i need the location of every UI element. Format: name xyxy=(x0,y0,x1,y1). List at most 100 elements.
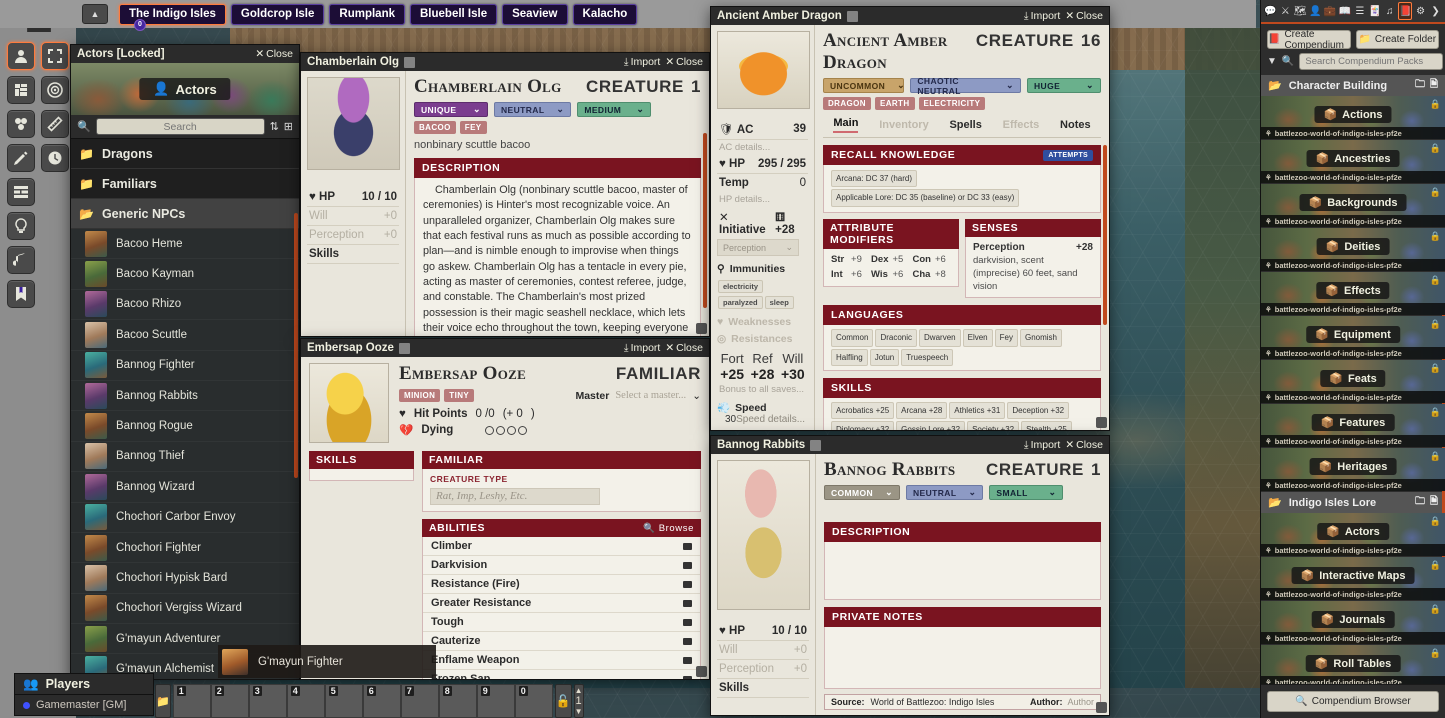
bookmark-note-icon[interactable] xyxy=(7,280,35,308)
filter-icon[interactable]: ▼ xyxy=(1267,56,1277,67)
hp-details[interactable]: HP details... xyxy=(717,192,808,207)
hp-row[interactable]: ♥ HP 295 / 295 xyxy=(717,155,808,174)
actor-list-item[interactable]: Bannog Rogue xyxy=(71,411,299,442)
new-compendium-icon[interactable]: 🗎 xyxy=(1430,494,1438,511)
will-row[interactable]: Will +0 xyxy=(307,207,399,226)
speed-value-row[interactable]: 30Speed details... xyxy=(717,414,808,425)
lightbulb-icon[interactable] xyxy=(7,212,35,240)
macro-slot[interactable]: 5 xyxy=(324,684,363,718)
import-button[interactable]: ⤓ Import xyxy=(624,342,660,355)
save-reflex[interactable]: Ref +28 xyxy=(751,351,775,382)
sheet-scrollbar[interactable] xyxy=(1103,145,1107,325)
scene-tab-indigo-isles[interactable]: The Indigo Isles 0 xyxy=(119,3,226,31)
rarity-select[interactable]: COMMON ⌄ xyxy=(824,485,901,500)
document-id-icon[interactable] xyxy=(810,439,822,451)
save-will[interactable]: Will +30 xyxy=(781,351,805,382)
compendium-pack[interactable]: 🔒 📦 Feats ⚘ battlezoo-world-of-indigo-isles-… xyxy=(1261,360,1445,403)
actor-portrait[interactable] xyxy=(717,460,810,610)
perception-row[interactable]: Perception +0 xyxy=(307,226,399,245)
import-button[interactable]: ⤓ Import xyxy=(1024,439,1060,452)
pencil-icon[interactable] xyxy=(7,144,35,172)
skill-tag[interactable]: Deception +32 xyxy=(1007,402,1070,420)
journal-icon[interactable]: 📖 xyxy=(1339,2,1352,20)
import-button[interactable]: ⤓ Import xyxy=(1024,10,1060,23)
items-icon[interactable]: 💼 xyxy=(1324,2,1337,20)
ruler-icon[interactable] xyxy=(41,110,69,138)
alignment-select[interactable]: NEUTRAL ⌄ xyxy=(494,102,572,117)
chevron-down-icon[interactable]: ▼ xyxy=(575,707,583,716)
familiar-portrait[interactable] xyxy=(309,363,389,443)
skill-tag[interactable]: Gossip Lore +32 xyxy=(896,421,966,430)
folder-generic-npcs[interactable]: 📂 Generic NPCs xyxy=(71,199,299,229)
sheet-tab-spells[interactable]: Spells xyxy=(949,119,981,131)
skill-tag[interactable]: Stealth +25 xyxy=(1021,421,1072,430)
hp-row[interactable]: ♥ HP 10 / 10 xyxy=(717,622,809,641)
grid-icon[interactable] xyxy=(7,178,35,206)
dying-pip[interactable] xyxy=(507,425,517,435)
actors-icon[interactable]: 👤 xyxy=(1309,2,1322,20)
skill-tag[interactable]: Athletics +31 xyxy=(949,402,1006,420)
fullscreen-expand-icon[interactable] xyxy=(41,42,69,70)
compendium-browser-button[interactable]: 🔍 Compendium Browser xyxy=(1267,691,1439,712)
actor-list-item[interactable]: Bannog Thief xyxy=(71,441,299,473)
new-folder-icon[interactable]: 🗀 xyxy=(1415,494,1425,511)
source-value[interactable]: World of Battlezoo: Indigo Isles xyxy=(871,697,995,707)
initiative-select[interactable]: Perception ⌄ xyxy=(717,239,799,256)
rolltables-icon[interactable]: ☰ xyxy=(1353,2,1366,20)
ability-row[interactable]: Tough xyxy=(423,613,700,633)
folder-familiars[interactable]: 📁 Familiars xyxy=(71,169,299,199)
window-header[interactable]: Embersap Ooze ⤓ Import ✕ Close xyxy=(300,338,710,357)
macro-slot[interactable]: 3 xyxy=(248,684,287,718)
private-notes-body[interactable] xyxy=(824,627,1101,689)
compendium-pack[interactable]: 🔒 📦 Roll Tables ⚘ battlezoo-world-of-indigo-… xyxy=(1261,645,1445,684)
macro-slot[interactable]: 0 xyxy=(514,684,553,718)
compendium-folder[interactable]: 📂 Character Building 🗀 🗎 xyxy=(1261,75,1445,96)
collapse-folders-icon[interactable]: ⊞ xyxy=(284,120,293,133)
attribute-value[interactable]: +9 xyxy=(851,253,867,266)
actor-list-item[interactable]: Bacoo Kayman xyxy=(71,259,299,290)
window-header[interactable]: Actors [Locked] ✕ Close xyxy=(70,44,300,63)
send-to-chat-icon[interactable] xyxy=(683,561,692,569)
hp-row[interactable]: ♥ HP 10 / 10 xyxy=(307,188,399,207)
actor-list-item[interactable]: Bacoo Scuttle xyxy=(71,320,299,351)
attempts-badge[interactable]: ATTEMPTS xyxy=(1043,149,1093,161)
save-fortitude[interactable]: Fort +25 xyxy=(720,351,744,382)
compendium-icon[interactable]: 📕 xyxy=(1398,2,1413,20)
initiative-row[interactable]: ✕ Initiative ⚅ +28 xyxy=(717,207,808,239)
temp-hp-row[interactable]: Temp 0 xyxy=(717,174,808,192)
sort-icon[interactable]: ⇅ xyxy=(270,120,279,133)
will-row[interactable]: Will +0 xyxy=(717,641,809,660)
macro-slot[interactable]: 2 xyxy=(210,684,249,718)
compendium-pack[interactable]: 🔒 📦 Features ⚘ battlezoo-world-of-indigo-isl… xyxy=(1261,404,1445,447)
hit-points-value[interactable]: 0 /0 xyxy=(476,408,495,420)
description-body[interactable] xyxy=(824,542,1101,600)
ac-details[interactable]: AC details... xyxy=(717,140,808,155)
author-value[interactable]: Author xyxy=(1067,697,1094,707)
send-to-chat-icon[interactable] xyxy=(683,656,692,664)
dying-pip[interactable] xyxy=(485,425,495,435)
alignment-select[interactable]: NEUTRAL ⌄ xyxy=(906,485,984,500)
skill-tag[interactable]: Arcana +28 xyxy=(896,402,948,420)
actor-portrait[interactable] xyxy=(717,31,810,109)
recall-knowledge-entry[interactable]: Applicable Lore: DC 35 (baseline) or DC … xyxy=(831,189,1020,207)
compendium-pack[interactable]: 🔒 📦 Ancestries ⚘ battlezoo-world-of-indigo-i… xyxy=(1261,140,1445,183)
document-id-icon[interactable] xyxy=(404,56,416,68)
document-id-icon[interactable] xyxy=(398,342,410,354)
walls-icon[interactable] xyxy=(7,110,35,138)
macro-slot[interactable]: 4 xyxy=(286,684,325,718)
search-input[interactable] xyxy=(95,118,265,135)
scene-tab-bluebell-isle[interactable]: Bluebell Isle xyxy=(410,3,498,25)
dying-pip[interactable] xyxy=(518,425,528,435)
browse-button[interactable]: 🔍 Browse xyxy=(643,523,694,534)
ability-row[interactable]: Greater Resistance xyxy=(423,594,700,614)
tiles-icon[interactable] xyxy=(7,76,35,104)
playlists-icon[interactable]: ♫ xyxy=(1383,2,1396,20)
actor-list-item[interactable]: Bannog Fighter xyxy=(71,350,299,381)
close-button[interactable]: ✕ Close xyxy=(1065,439,1103,451)
send-to-chat-icon[interactable] xyxy=(683,542,692,550)
overflow-icon[interactable]: ❯ xyxy=(1429,2,1442,20)
sheet-tab-main[interactable]: Main xyxy=(833,117,859,133)
dying-pips[interactable] xyxy=(485,425,528,435)
skill-tag[interactable]: Acrobatics +25 xyxy=(831,402,895,420)
scene-tab-seaview[interactable]: Seaview xyxy=(502,3,568,25)
